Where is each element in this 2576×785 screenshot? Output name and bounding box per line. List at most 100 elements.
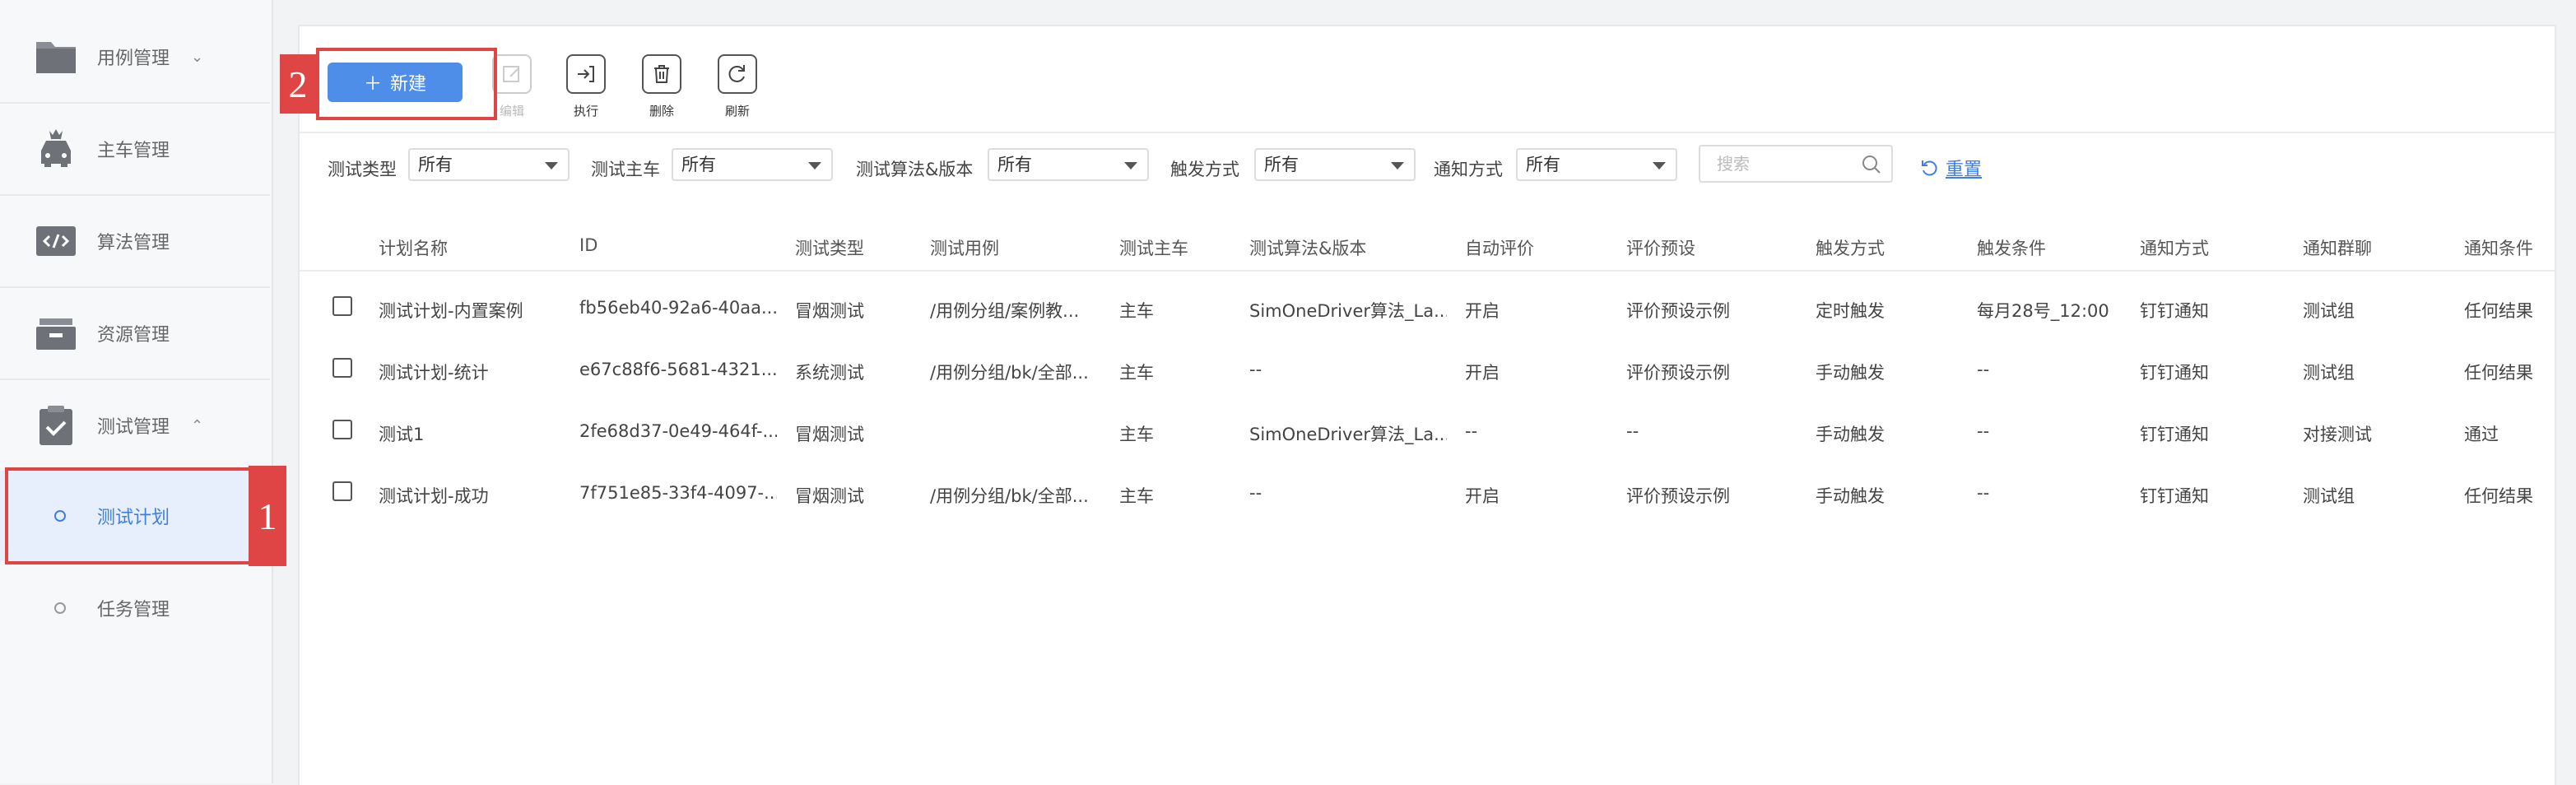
- sidebar-item-label: 用例管理: [97, 49, 170, 69]
- clipboard-check-icon: [40, 406, 72, 445]
- table-cell: 主车: [1119, 301, 1154, 321]
- column-header[interactable]: 通知方式: [2140, 235, 2209, 260]
- table-cell: /用例分组/bk/全部...: [930, 486, 1089, 506]
- edit-icon: [492, 54, 532, 94]
- sidebar-item-test-management[interactable]: 测试管理 ⌃: [0, 380, 270, 472]
- delete-button[interactable]: 删除: [639, 54, 685, 119]
- search-placeholder: 搜索: [1717, 154, 1750, 174]
- table-cell: 每月28号_12:00: [1977, 301, 2109, 321]
- filter-select-main-car[interactable]: 所有: [672, 148, 833, 181]
- table-cell: 系统测试: [795, 363, 864, 383]
- table-cell: /用例分组/案例教...: [930, 301, 1080, 321]
- table-cell: SimOneDriver算法_La...: [1249, 425, 1447, 444]
- execute-icon: [566, 54, 606, 94]
- column-header[interactable]: 评价预设: [1626, 235, 1695, 260]
- column-header[interactable]: 测试算法&版本: [1249, 235, 1366, 260]
- sidebar-item-label: 资源管理: [97, 325, 170, 346]
- table-cell: 测试组: [2303, 363, 2355, 383]
- table-row[interactable]: 测试1 2fe68d37-0e49-464f-... 冒烟测试 主车 SimOneDri…: [300, 402, 2555, 462]
- table-cell: 评价预设示例: [1626, 301, 1730, 321]
- filter-label-notify: 通知方式: [1434, 160, 1503, 179]
- row-checkbox[interactable]: [332, 420, 352, 439]
- table-cell: --: [1977, 421, 1990, 441]
- reset-button[interactable]: 重置: [1919, 155, 1982, 181]
- column-header[interactable]: 通知条件: [2464, 235, 2533, 260]
- car-icon: [41, 129, 71, 167]
- table-cell: 测试组: [2303, 486, 2355, 506]
- table-cell: 冒烟测试: [795, 425, 864, 444]
- filter-value: 所有: [418, 155, 453, 174]
- reset-icon: [1922, 160, 1937, 176]
- chevron-down-icon: ⌄: [191, 48, 204, 66]
- filter-select-test-type[interactable]: 所有: [408, 148, 570, 181]
- caret-down-icon: [545, 162, 558, 170]
- table-cell: 钉钉通知: [2140, 301, 2209, 321]
- table-cell: /用例分组/bk/全部...: [930, 363, 1089, 383]
- table-cell: --: [1977, 483, 1990, 503]
- table-cell: 手动触发: [1816, 486, 1885, 506]
- toolbar: ＋ 新建 编辑 执行 删除 刷新: [300, 26, 2555, 133]
- search-icon[interactable]: [1860, 153, 1883, 176]
- table-cell: 手动触发: [1816, 425, 1885, 444]
- table-cell: --: [1626, 421, 1639, 441]
- sidebar-item-label: 测试管理: [97, 417, 170, 438]
- table-cell: 测试组: [2303, 301, 2355, 321]
- filter-select-trigger[interactable]: 所有: [1254, 148, 1416, 181]
- code-icon: [36, 226, 76, 256]
- column-header[interactable]: 测试主车: [1119, 235, 1188, 260]
- row-checkbox[interactable]: [332, 296, 352, 316]
- row-checkbox[interactable]: [332, 481, 352, 501]
- row-checkbox[interactable]: [332, 358, 352, 378]
- column-header[interactable]: 通知群聊: [2303, 235, 2372, 260]
- reset-label: 重置: [1946, 160, 1983, 180]
- column-header[interactable]: 测试类型: [795, 235, 864, 260]
- table-cell: 通过: [2464, 425, 2499, 444]
- column-header[interactable]: 触发条件: [1977, 235, 2046, 260]
- caret-down-icon: [1124, 162, 1137, 170]
- filter-select-notify[interactable]: 所有: [1516, 148, 1677, 181]
- column-header[interactable]: 触发方式: [1816, 235, 1885, 260]
- table-cell: 钉钉通知: [2140, 363, 2209, 383]
- filter-value: 所有: [1264, 155, 1299, 174]
- column-header[interactable]: 自动评价: [1465, 235, 1534, 260]
- sidebar-item-label: 算法管理: [97, 233, 170, 253]
- sidebar-item-case-management[interactable]: 用例管理 ⌄: [0, 12, 270, 104]
- table-cell: 7f751e85-33f4-4097-...: [579, 483, 777, 503]
- column-header[interactable]: ID: [579, 235, 598, 255]
- box-icon: [36, 318, 76, 350]
- table-cell: 开启: [1465, 486, 1500, 506]
- table-cell: 主车: [1119, 486, 1154, 506]
- sidebar-item-resource-management[interactable]: 资源管理: [0, 288, 270, 380]
- filter-label-algorithm: 测试算法&版本: [856, 160, 974, 179]
- column-header[interactable]: 计划名称: [379, 235, 448, 260]
- filter-bar: 测试类型 所有 测试主车 所有 测试算法&版本 所有 触发方式 所有 通知方式 …: [300, 133, 2555, 201]
- table-header: 计划名称 ID 测试类型 测试用例 测试主车 测试算法&版本 自动评价 评价预设…: [300, 217, 2555, 272]
- execute-button[interactable]: 执行: [563, 54, 609, 119]
- table-cell: 手动触发: [1816, 363, 1885, 383]
- sidebar-item-car-management[interactable]: 主车管理: [0, 104, 270, 196]
- sidebar-item-algorithm-management[interactable]: 算法管理: [0, 196, 270, 288]
- caret-down-icon: [1653, 162, 1666, 170]
- table-cell: SimOneDriver算法_La...: [1249, 301, 1447, 321]
- annotation-label-1: 1: [249, 466, 286, 566]
- sidebar-subitem-task-management[interactable]: 任务管理: [0, 563, 270, 653]
- caret-down-icon: [1391, 162, 1404, 170]
- table-row[interactable]: 测试计划-统计 e67c88f6-5681-4321... 系统测试/用例分组/bk…: [300, 340, 2555, 401]
- filter-select-algorithm[interactable]: 所有: [988, 148, 1149, 181]
- sidebar-subitem-label: 任务管理: [97, 600, 170, 620]
- annotation-label-2: 2: [280, 54, 316, 114]
- execute-label: 执行: [573, 104, 598, 118]
- caret-down-icon: [808, 162, 821, 170]
- table-row[interactable]: 测试计划-内置案例 fb56eb40-92a6-40aa... 冒烟测试/用例分组/…: [300, 278, 2555, 339]
- folder-icon: [36, 42, 76, 73]
- table-cell: 主车: [1119, 425, 1154, 444]
- column-header[interactable]: 测试用例: [930, 235, 999, 260]
- sidebar: 用例管理 ⌄ 主车管理 算法管理 资源管理 测试管理 ⌃ 测试计划 任务管理: [0, 0, 273, 783]
- search-input[interactable]: 搜索: [1699, 145, 1893, 183]
- table-cell: fb56eb40-92a6-40aa...: [579, 298, 777, 318]
- delete-label: 删除: [649, 104, 674, 118]
- refresh-button[interactable]: 刷新: [714, 54, 760, 119]
- table-row[interactable]: 测试计划-成功 7f751e85-33f4-4097-... 冒烟测试/用例分组/b…: [300, 463, 2555, 524]
- table-cell: 主车: [1119, 363, 1154, 383]
- table-cell: 开启: [1465, 363, 1500, 383]
